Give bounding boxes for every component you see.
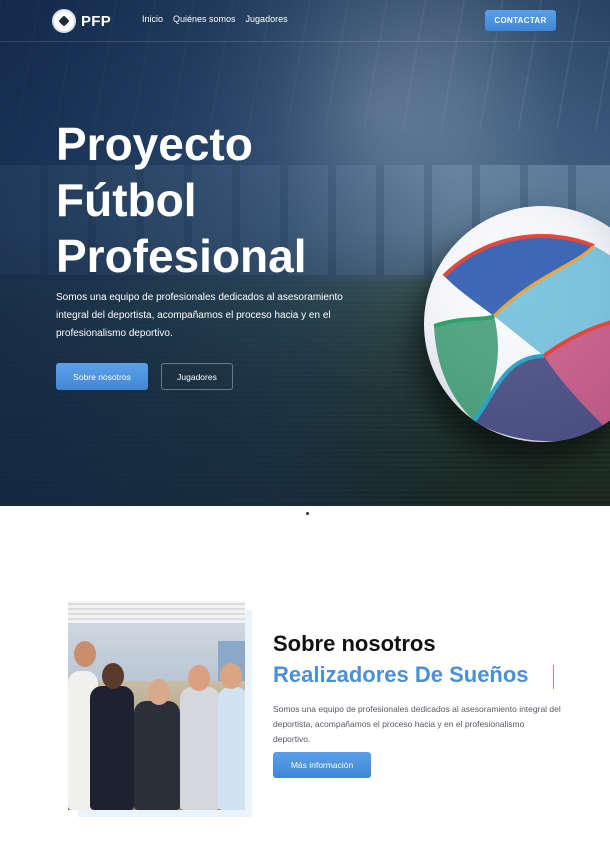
nav-links: Inicio Quiénes somos Jugadores: [142, 14, 288, 24]
players-button[interactable]: Jugadores: [161, 363, 233, 390]
soccer-ball-image: [424, 206, 610, 442]
photo-person: [90, 686, 134, 810]
nav-link-jugadores[interactable]: Jugadores: [246, 14, 288, 24]
hero-title-line: Proyecto: [56, 118, 253, 170]
photo-person: [180, 687, 220, 810]
about-us-button[interactable]: Sobre nosotros: [56, 363, 148, 390]
hero-title-line: Profesional: [56, 230, 307, 282]
photo-person-head: [188, 665, 210, 691]
photo-person: [134, 701, 180, 810]
contact-button[interactable]: CONTACTAR: [485, 10, 556, 31]
brand-logo[interactable]: PFP: [52, 9, 111, 33]
hero-description: Somos una equipo de profesionales dedica…: [56, 292, 343, 339]
typing-caret: [553, 665, 554, 689]
hero-section: PFP Inicio Quiénes somos Jugadores CONTA…: [0, 0, 610, 506]
photo-person: [218, 687, 245, 810]
hero-title: Proyecto Fútbol Profesional: [56, 116, 386, 284]
nav-link-quienes-somos[interactable]: Quiénes somos: [173, 14, 236, 24]
top-navbar: PFP Inicio Quiénes somos Jugadores CONTA…: [0, 0, 610, 42]
hero-title-line: Fútbol: [56, 174, 197, 226]
carousel-indicator-dot[interactable]: [306, 512, 309, 515]
team-photo: [68, 601, 245, 810]
photo-person-head: [148, 679, 170, 705]
brand-name: PFP: [81, 12, 112, 30]
photo-person-head: [102, 663, 124, 689]
photo-person-head: [220, 663, 242, 689]
about-description: Somos una equipo de profesionales dedica…: [273, 704, 561, 744]
about-subtitle: Realizadores De Sueños: [273, 662, 529, 687]
about-title: Sobre nosotros: [273, 631, 436, 656]
soccer-ball-icon: [52, 9, 76, 33]
photo-person-head: [74, 641, 96, 667]
photo-blind: [68, 601, 245, 623]
more-info-button[interactable]: Más información: [273, 752, 371, 778]
nav-link-inicio[interactable]: Inicio: [142, 14, 163, 24]
